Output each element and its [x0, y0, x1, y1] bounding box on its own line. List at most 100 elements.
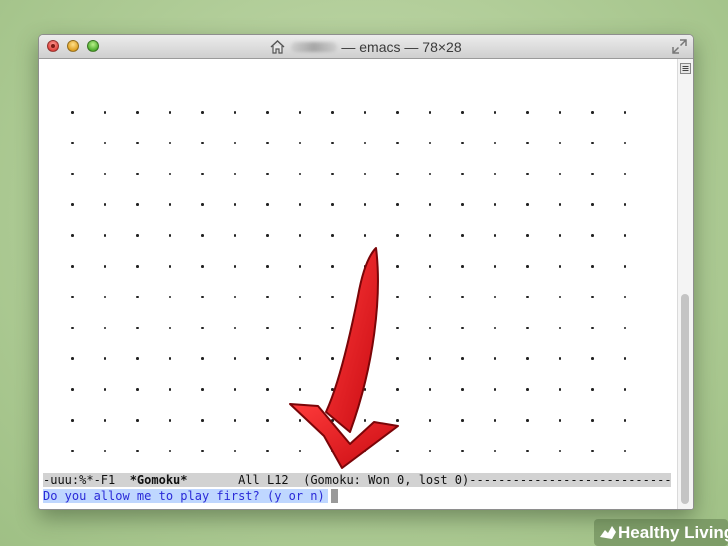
- board-intersection[interactable]: [363, 265, 366, 268]
- board-intersection[interactable]: [331, 449, 334, 453]
- board-intersection[interactable]: [136, 388, 139, 391]
- board-intersection[interactable]: [591, 449, 594, 453]
- board-intersection[interactable]: [266, 388, 269, 391]
- board-intersection[interactable]: [168, 419, 171, 422]
- board-intersection[interactable]: [363, 172, 366, 176]
- board-intersection[interactable]: [493, 111, 496, 114]
- board-intersection[interactable]: [136, 111, 139, 114]
- board-intersection[interactable]: [493, 357, 496, 360]
- board-intersection[interactable]: [331, 357, 334, 360]
- board-intersection[interactable]: [591, 111, 594, 114]
- board-intersection[interactable]: [526, 419, 529, 422]
- board-intersection[interactable]: [136, 357, 139, 360]
- board-intersection[interactable]: [103, 357, 106, 360]
- board-intersection[interactable]: [396, 388, 399, 391]
- board-intersection[interactable]: [363, 419, 366, 422]
- board-intersection[interactable]: [103, 326, 106, 330]
- board-intersection[interactable]: [201, 388, 204, 391]
- board-intersection[interactable]: [396, 172, 399, 176]
- board-intersection[interactable]: [493, 265, 496, 268]
- board-intersection[interactable]: [168, 388, 171, 391]
- board-intersection[interactable]: [461, 295, 464, 299]
- board-intersection[interactable]: [493, 141, 496, 145]
- board-intersection[interactable]: [298, 449, 301, 453]
- board-intersection[interactable]: [233, 295, 236, 299]
- board-intersection[interactable]: [298, 234, 301, 237]
- board-intersection[interactable]: [591, 326, 594, 330]
- board-intersection[interactable]: [558, 234, 561, 237]
- board-intersection[interactable]: [623, 172, 626, 176]
- board-intersection[interactable]: [298, 419, 301, 422]
- board-intersection[interactable]: [71, 419, 74, 422]
- board-intersection[interactable]: [71, 265, 74, 268]
- board-intersection[interactable]: [526, 111, 529, 114]
- board-intersection[interactable]: [623, 388, 626, 391]
- board-intersection[interactable]: [233, 449, 236, 453]
- board-intersection[interactable]: [558, 449, 561, 453]
- title-bar[interactable]: — emacs — 78×28: [39, 35, 693, 59]
- board-intersection[interactable]: [201, 111, 204, 114]
- board-intersection[interactable]: [526, 295, 529, 299]
- board-intersection[interactable]: [71, 357, 74, 360]
- board-intersection[interactable]: [623, 203, 626, 206]
- fullscreen-icon[interactable]: [672, 39, 687, 54]
- board-intersection[interactable]: [233, 172, 236, 176]
- board-intersection[interactable]: [168, 234, 171, 237]
- board-intersection[interactable]: [363, 326, 366, 330]
- board-intersection[interactable]: [103, 419, 106, 422]
- board-intersection[interactable]: [103, 172, 106, 176]
- board-intersection[interactable]: [591, 419, 594, 422]
- board-intersection[interactable]: [233, 419, 236, 422]
- board-intersection[interactable]: [266, 419, 269, 422]
- board-intersection[interactable]: [298, 172, 301, 176]
- board-intersection[interactable]: [623, 295, 626, 299]
- board-intersection[interactable]: [103, 111, 106, 114]
- board-intersection[interactable]: [201, 449, 204, 453]
- board-intersection[interactable]: [396, 357, 399, 360]
- board-intersection[interactable]: [331, 326, 334, 330]
- board-intersection[interactable]: [71, 295, 74, 299]
- board-intersection[interactable]: [201, 419, 204, 422]
- board-intersection[interactable]: [136, 265, 139, 268]
- board-intersection[interactable]: [298, 265, 301, 268]
- board-intersection[interactable]: [233, 357, 236, 360]
- board-intersection[interactable]: [428, 203, 431, 206]
- board-intersection[interactable]: [493, 388, 496, 391]
- board-intersection[interactable]: [233, 141, 236, 145]
- board-intersection[interactable]: [623, 419, 626, 422]
- board-intersection[interactable]: [396, 203, 399, 206]
- board-intersection[interactable]: [396, 234, 399, 237]
- board-intersection[interactable]: [103, 449, 106, 453]
- board-intersection[interactable]: [266, 326, 269, 330]
- board-intersection[interactable]: [331, 172, 334, 176]
- board-intersection[interactable]: [526, 449, 529, 453]
- emacs-buffer[interactable]: -uuu:%*-F1 *Gomoku* All L12 (Gomoku: Won…: [39, 59, 677, 509]
- board-intersection[interactable]: [71, 203, 74, 206]
- board-intersection[interactable]: [71, 326, 74, 330]
- board-intersection[interactable]: [136, 419, 139, 422]
- board-intersection[interactable]: [396, 419, 399, 422]
- board-intersection[interactable]: [428, 234, 431, 237]
- board-intersection[interactable]: [168, 326, 171, 330]
- board-intersection[interactable]: [428, 111, 431, 114]
- board-intersection[interactable]: [493, 203, 496, 206]
- board-intersection[interactable]: [591, 388, 594, 391]
- board-intersection[interactable]: [168, 357, 171, 360]
- board-intersection[interactable]: [103, 388, 106, 391]
- board-intersection[interactable]: [331, 388, 334, 391]
- board-intersection[interactable]: [461, 449, 464, 453]
- board-intersection[interactable]: [623, 111, 626, 114]
- board-intersection[interactable]: [526, 141, 529, 145]
- board-intersection[interactable]: [363, 203, 366, 206]
- board-intersection[interactable]: [526, 357, 529, 360]
- board-intersection[interactable]: [201, 357, 204, 360]
- board-intersection[interactable]: [591, 265, 594, 268]
- board-intersection[interactable]: [623, 449, 626, 453]
- board-intersection[interactable]: [396, 326, 399, 330]
- board-intersection[interactable]: [201, 203, 204, 206]
- board-intersection[interactable]: [428, 141, 431, 145]
- board-intersection[interactable]: [558, 141, 561, 145]
- board-intersection[interactable]: [396, 295, 399, 299]
- board-intersection[interactable]: [396, 141, 399, 145]
- board-intersection[interactable]: [461, 326, 464, 330]
